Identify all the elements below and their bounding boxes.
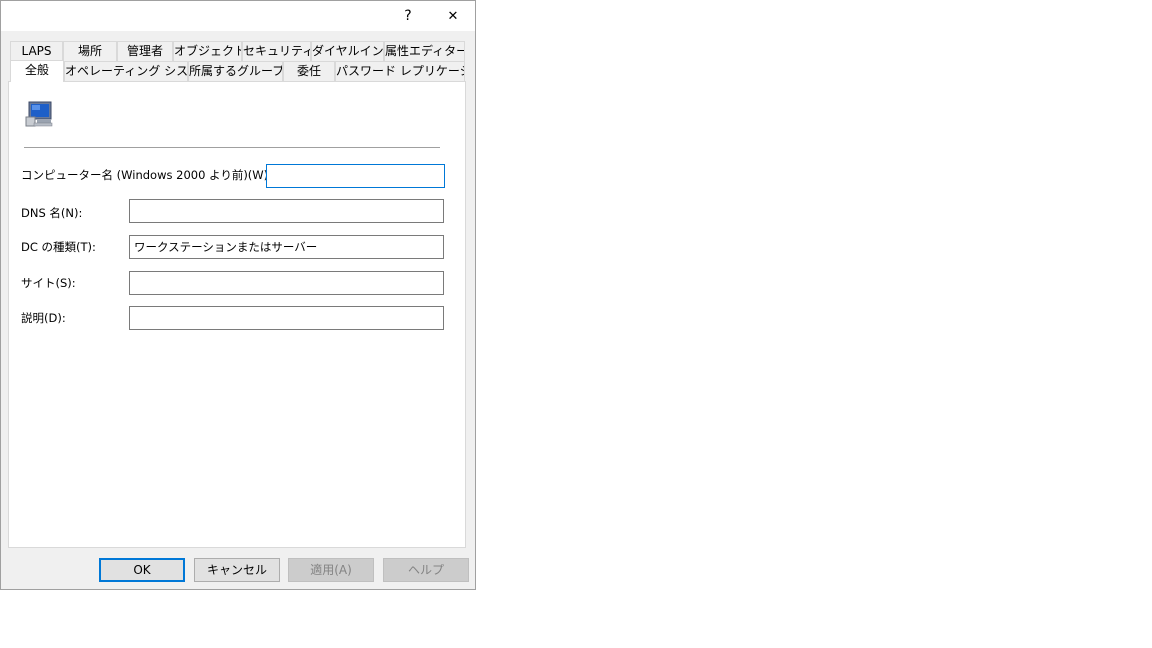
tab-object[interactable]: オブジェクト (173, 41, 242, 61)
dc-type-input[interactable]: ワークステーションまたはサーバー (129, 235, 444, 259)
separator (24, 147, 440, 148)
site-label: サイト(S): (21, 276, 76, 290)
close-icon[interactable]: ✕ (431, 1, 475, 31)
tab-laps[interactable]: LAPS (10, 41, 63, 61)
tab-general[interactable]: 全般 (10, 60, 64, 82)
dc-type-label: DC の種類(T): (21, 240, 96, 254)
ok-button[interactable]: OK (99, 558, 185, 582)
site-input[interactable] (129, 271, 444, 295)
dns-name-input[interactable] (129, 199, 444, 223)
tab-member-of[interactable]: 所属するグループ (188, 61, 283, 81)
tab-security[interactable]: セキュリティ (242, 41, 311, 61)
dns-name-label: DNS 名(N): (21, 206, 83, 220)
computer-name-input[interactable] (266, 164, 445, 188)
title-bar: ? ✕ (1, 1, 475, 31)
tab-operating-system[interactable]: オペレーティング システム (64, 61, 188, 81)
cancel-button[interactable]: キャンセル (194, 558, 280, 582)
tab-password-replication[interactable]: パスワード レプリケーション (335, 61, 465, 81)
tab-dial-in[interactable]: ダイヤルイン (311, 41, 384, 61)
tab-delegation[interactable]: 委任 (283, 61, 335, 81)
help-button[interactable]: ヘルプ (383, 558, 469, 582)
apply-button[interactable]: 適用(A) (288, 558, 374, 582)
tab-attribute-editor[interactable]: 属性エディター (384, 41, 465, 61)
help-icon[interactable]: ? (386, 1, 430, 31)
description-input[interactable] (129, 306, 444, 330)
computer-name-label: コンピューター名 (Windows 2000 より前)(W): (21, 168, 273, 182)
tab-managed-by[interactable]: 管理者 (117, 41, 173, 61)
description-label: 説明(D): (21, 311, 66, 325)
computer-icon (25, 101, 53, 127)
tab-location[interactable]: 場所 (63, 41, 117, 61)
